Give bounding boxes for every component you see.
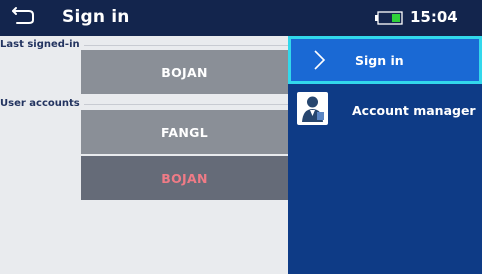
clock: 15:04: [410, 8, 458, 26]
menu-panel: Sign in Account manager: [288, 36, 482, 274]
account-manager-icon: [297, 92, 328, 125]
section-divider: [84, 45, 288, 46]
page-title: Sign in: [62, 7, 130, 27]
accounts-panel: Last signed-in BOJAN User accounts FANGL…: [0, 36, 288, 274]
last-signed-in-section-label: Last signed-in: [0, 39, 82, 50]
title-bar: Sign in 15:04: [0, 0, 482, 36]
user-name: FANGL: [161, 124, 208, 140]
last-signed-in-user-button[interactable]: BOJAN: [81, 50, 288, 94]
menu-item-label: Account manager: [352, 102, 476, 118]
sign-in-menu-item[interactable]: Sign in: [288, 36, 482, 84]
menu-item-label: Sign in: [355, 52, 404, 68]
user-accounts-section-label: User accounts: [0, 98, 82, 109]
user-account-bojan-button[interactable]: BOJAN: [81, 156, 288, 200]
battery-icon: [375, 11, 403, 25]
account-manager-menu-item[interactable]: Account manager: [288, 86, 482, 134]
user-name: BOJAN: [161, 64, 208, 80]
user-name: BOJAN: [161, 170, 208, 186]
section-divider: [84, 104, 288, 105]
back-arrow-icon[interactable]: [10, 5, 36, 25]
user-account-fangl-button[interactable]: FANGL: [81, 110, 288, 154]
chevron-right-icon: [314, 50, 326, 70]
